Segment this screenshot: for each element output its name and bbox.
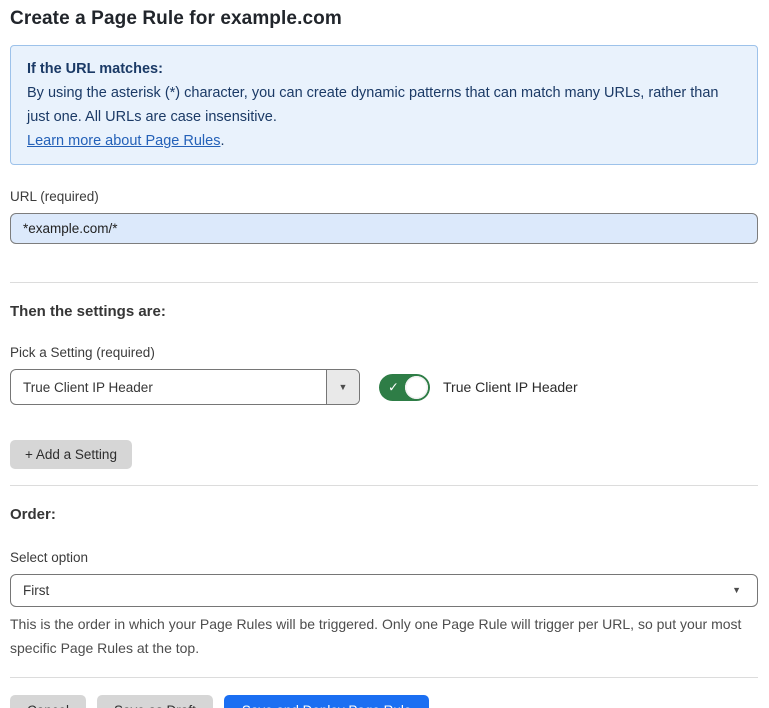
order-select[interactable]: First ▼: [10, 574, 758, 607]
info-box-body: By using the asterisk (*) character, you…: [27, 81, 741, 129]
check-icon: ✓: [388, 381, 399, 394]
setting-select[interactable]: True Client IP Header ▼: [10, 369, 360, 405]
page-title: Create a Page Rule for example.com: [10, 6, 758, 31]
footer-actions: Cancel Save as Draft Save and Deploy Pag…: [10, 695, 758, 708]
chevron-down-icon: ▼: [732, 586, 741, 595]
pick-setting-label: Pick a Setting (required): [10, 345, 758, 361]
toggle-label: True Client IP Header: [443, 379, 578, 395]
info-box-heading: If the URL matches:: [27, 58, 741, 81]
save-and-deploy-button[interactable]: Save and Deploy Page Rule: [224, 695, 430, 708]
order-help-text: This is the order in which your Page Rul…: [10, 612, 758, 660]
settings-section-heading: Then the settings are:: [10, 303, 758, 321]
info-link-line: Learn more about Page Rules.: [27, 129, 741, 153]
toggle-knob: [405, 376, 428, 399]
setting-select-value: True Client IP Header: [11, 370, 326, 404]
url-input[interactable]: [10, 213, 758, 244]
cancel-button[interactable]: Cancel: [10, 695, 86, 708]
true-client-ip-toggle[interactable]: ✓: [379, 374, 430, 401]
create-page-rule-form: Create a Page Rule for example.com If th…: [0, 0, 769, 708]
learn-more-link[interactable]: Learn more about Page Rules: [27, 133, 220, 149]
order-select-label: Select option: [10, 550, 758, 566]
divider: [10, 677, 758, 678]
url-field-label: URL (required): [10, 189, 758, 205]
order-section-heading: Order:: [10, 506, 758, 524]
url-match-info-box: If the URL matches: By using the asteris…: [10, 45, 758, 165]
setting-select-arrow-button[interactable]: ▼: [326, 370, 359, 404]
link-suffix: .: [220, 133, 224, 149]
order-select-value: First: [23, 583, 732, 598]
divider: [10, 485, 758, 486]
save-as-draft-button[interactable]: Save as Draft: [97, 695, 213, 708]
chevron-down-icon: ▼: [339, 383, 348, 392]
divider: [10, 282, 758, 283]
setting-row: True Client IP Header ▼ ✓ True Client IP…: [10, 369, 758, 405]
add-setting-button[interactable]: + Add a Setting: [10, 440, 132, 469]
